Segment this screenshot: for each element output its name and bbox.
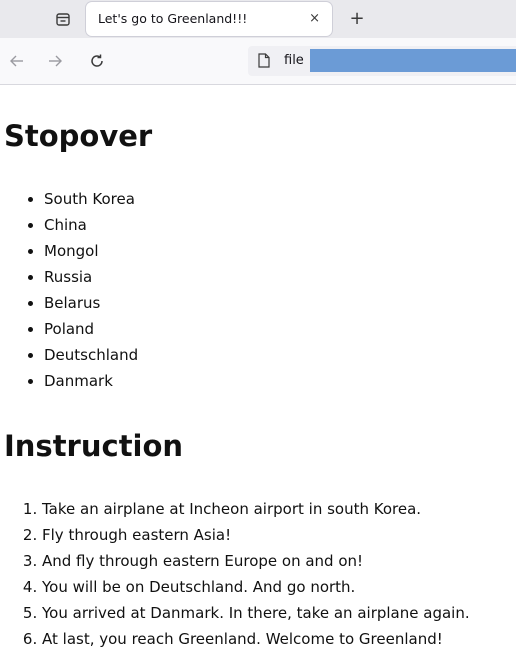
list-item: Belarus: [44, 290, 138, 316]
list-item: South Korea: [44, 186, 138, 212]
tab-bar: Let's go to Greenland!!! × +: [0, 0, 516, 38]
tab-list-button[interactable]: [50, 6, 76, 32]
back-button[interactable]: [6, 50, 28, 72]
forward-button[interactable]: [44, 50, 66, 72]
instruction-heading: Instruction: [4, 429, 184, 463]
instruction-step: You will be on Deutschland. And go north…: [42, 574, 470, 600]
address-bar[interactable]: file: [248, 46, 516, 76]
stopover-list: South Korea China Mongol Russia Belarus …: [44, 186, 138, 394]
url-text: file: [284, 53, 304, 68]
instruction-step: At last, you reach Greenland. Welcome to…: [42, 626, 470, 652]
navigation-bar: file: [0, 38, 516, 85]
stopover-heading: Stopover: [4, 119, 153, 153]
tab-close-button[interactable]: ×: [309, 2, 320, 36]
instruction-step: Take an airplane at Incheon airport in s…: [42, 496, 470, 522]
arrow-left-icon: [10, 55, 23, 67]
browser-tab[interactable]: Let's go to Greenland!!! ×: [86, 2, 332, 36]
instruction-step: Fly through eastern Asia!: [42, 522, 470, 548]
tab-title: Let's go to Greenland!!!: [98, 11, 248, 26]
reload-icon: [91, 54, 103, 67]
list-item: Danmark: [44, 368, 138, 394]
list-item: Poland: [44, 316, 138, 342]
list-item: Deutschland: [44, 342, 138, 368]
arrow-right-icon: [49, 55, 62, 67]
page-icon: [258, 53, 270, 68]
list-item: China: [44, 212, 138, 238]
instruction-step: And fly through eastern Europe on and on…: [42, 548, 470, 574]
list-item: Mongol: [44, 238, 138, 264]
instruction-step: You arrived at Danmark. In there, take a…: [42, 600, 470, 626]
instruction-list: Take an airplane at Incheon airport in s…: [42, 496, 470, 652]
reload-button[interactable]: [86, 50, 108, 72]
tab-list-icon: [56, 13, 70, 26]
new-tab-button[interactable]: +: [344, 0, 370, 38]
page-content: Stopover South Korea China Mongol Russia…: [0, 85, 516, 655]
list-item: Russia: [44, 264, 138, 290]
url-redaction: [310, 49, 516, 72]
